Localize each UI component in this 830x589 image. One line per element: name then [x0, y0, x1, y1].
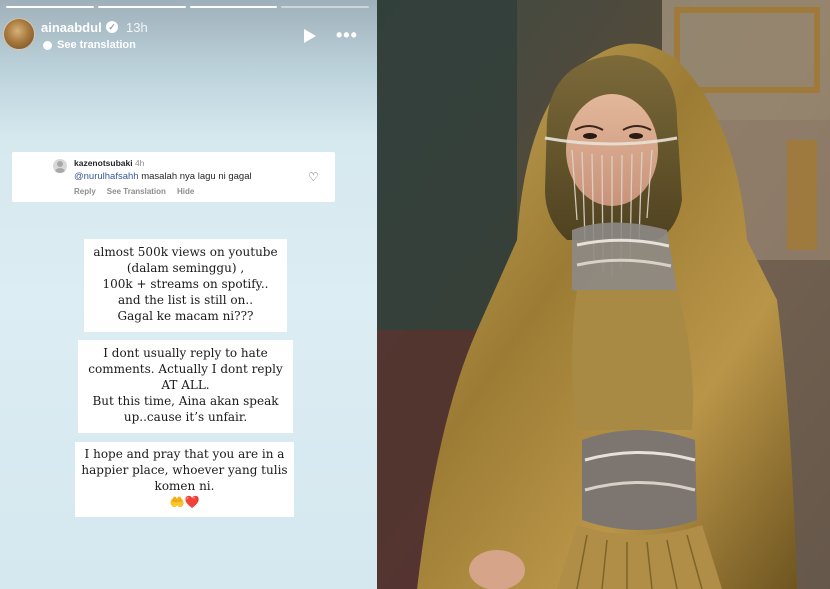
text-line: But this time, Aina akan speak — [92, 394, 279, 408]
commenter-name: kazenotsubaki — [74, 158, 133, 168]
text-line: 100k + streams on spotify.. — [102, 277, 269, 291]
text-line: happier place, whoever yang tulis — [81, 463, 288, 477]
progress-segment — [281, 6, 369, 8]
heart-icon: ♡ — [308, 170, 319, 184]
commenter-username: kazenotsubaki 4h — [74, 158, 144, 168]
text-box-stats: almost 500k views on youtube (dalam semi… — [84, 239, 287, 332]
portrait-illustration — [377, 0, 830, 589]
text-box-hope: I hope and pray that you are in a happie… — [75, 442, 294, 517]
emoji-line: 🤲❤️ — [169, 495, 200, 509]
comment-time-ago: 4h — [134, 158, 145, 168]
comment-body: masalah nya lagu ni gagal — [141, 171, 252, 182]
progress-segment — [189, 6, 278, 8]
commenter-avatar — [53, 159, 67, 173]
play-icon[interactable] — [304, 29, 316, 43]
text-line: up..cause it’s unfair. — [123, 410, 248, 424]
comment-mention: @nurulhafsahh — [74, 171, 139, 182]
comment-reply: Reply — [74, 187, 96, 196]
progress-segment — [97, 6, 186, 8]
comment-text: @nurulhafsahh masalah nya lagu ni gagal — [74, 171, 252, 182]
text-box-reply: I dont usually reply to hate comments. A… — [78, 340, 293, 433]
comment-card: kazenotsubaki 4h @nurulhafsahh masalah n… — [12, 152, 335, 202]
story-progress-bar — [6, 6, 369, 8]
comment-actions: Reply See Translation Hide — [74, 187, 194, 196]
text-line: almost 500k views on youtube — [93, 245, 278, 259]
story-time-ago: 13h — [126, 20, 148, 35]
bodice — [572, 290, 693, 430]
text-line: AT ALL. — [161, 378, 210, 392]
story-username[interactable]: ainaabdul — [41, 20, 102, 35]
comment-hide: Hide — [176, 187, 195, 196]
more-options-icon[interactable]: ••• — [336, 26, 358, 44]
hand — [469, 550, 525, 589]
text-line: (dalam seminggu) , — [126, 261, 245, 275]
photo-panel — [377, 0, 830, 589]
profile-avatar[interactable] — [3, 18, 35, 50]
see-translation-link[interactable]: See translation — [43, 39, 136, 51]
text-line: and the list is still on.. — [117, 293, 254, 307]
text-line: I hope and pray that you are in a — [84, 447, 285, 461]
story-panel[interactable]: ainaabdul ✓ 13h See translation ••• kaze… — [0, 0, 377, 589]
text-line: Gagal ke macam ni??? — [117, 309, 254, 323]
progress-segment — [6, 6, 94, 8]
translate-icon — [43, 40, 52, 50]
verified-badge-icon: ✓ — [106, 21, 118, 33]
see-translation-label: See translation — [57, 39, 136, 51]
comment-see-translation: See Translation — [106, 187, 166, 196]
text-line: komen ni. — [154, 479, 215, 493]
text-line: I dont usually reply to hate — [103, 346, 268, 360]
jeweled-belt — [582, 430, 697, 530]
lamp — [787, 140, 817, 250]
text-line: comments. Actually I dont reply — [88, 362, 283, 376]
